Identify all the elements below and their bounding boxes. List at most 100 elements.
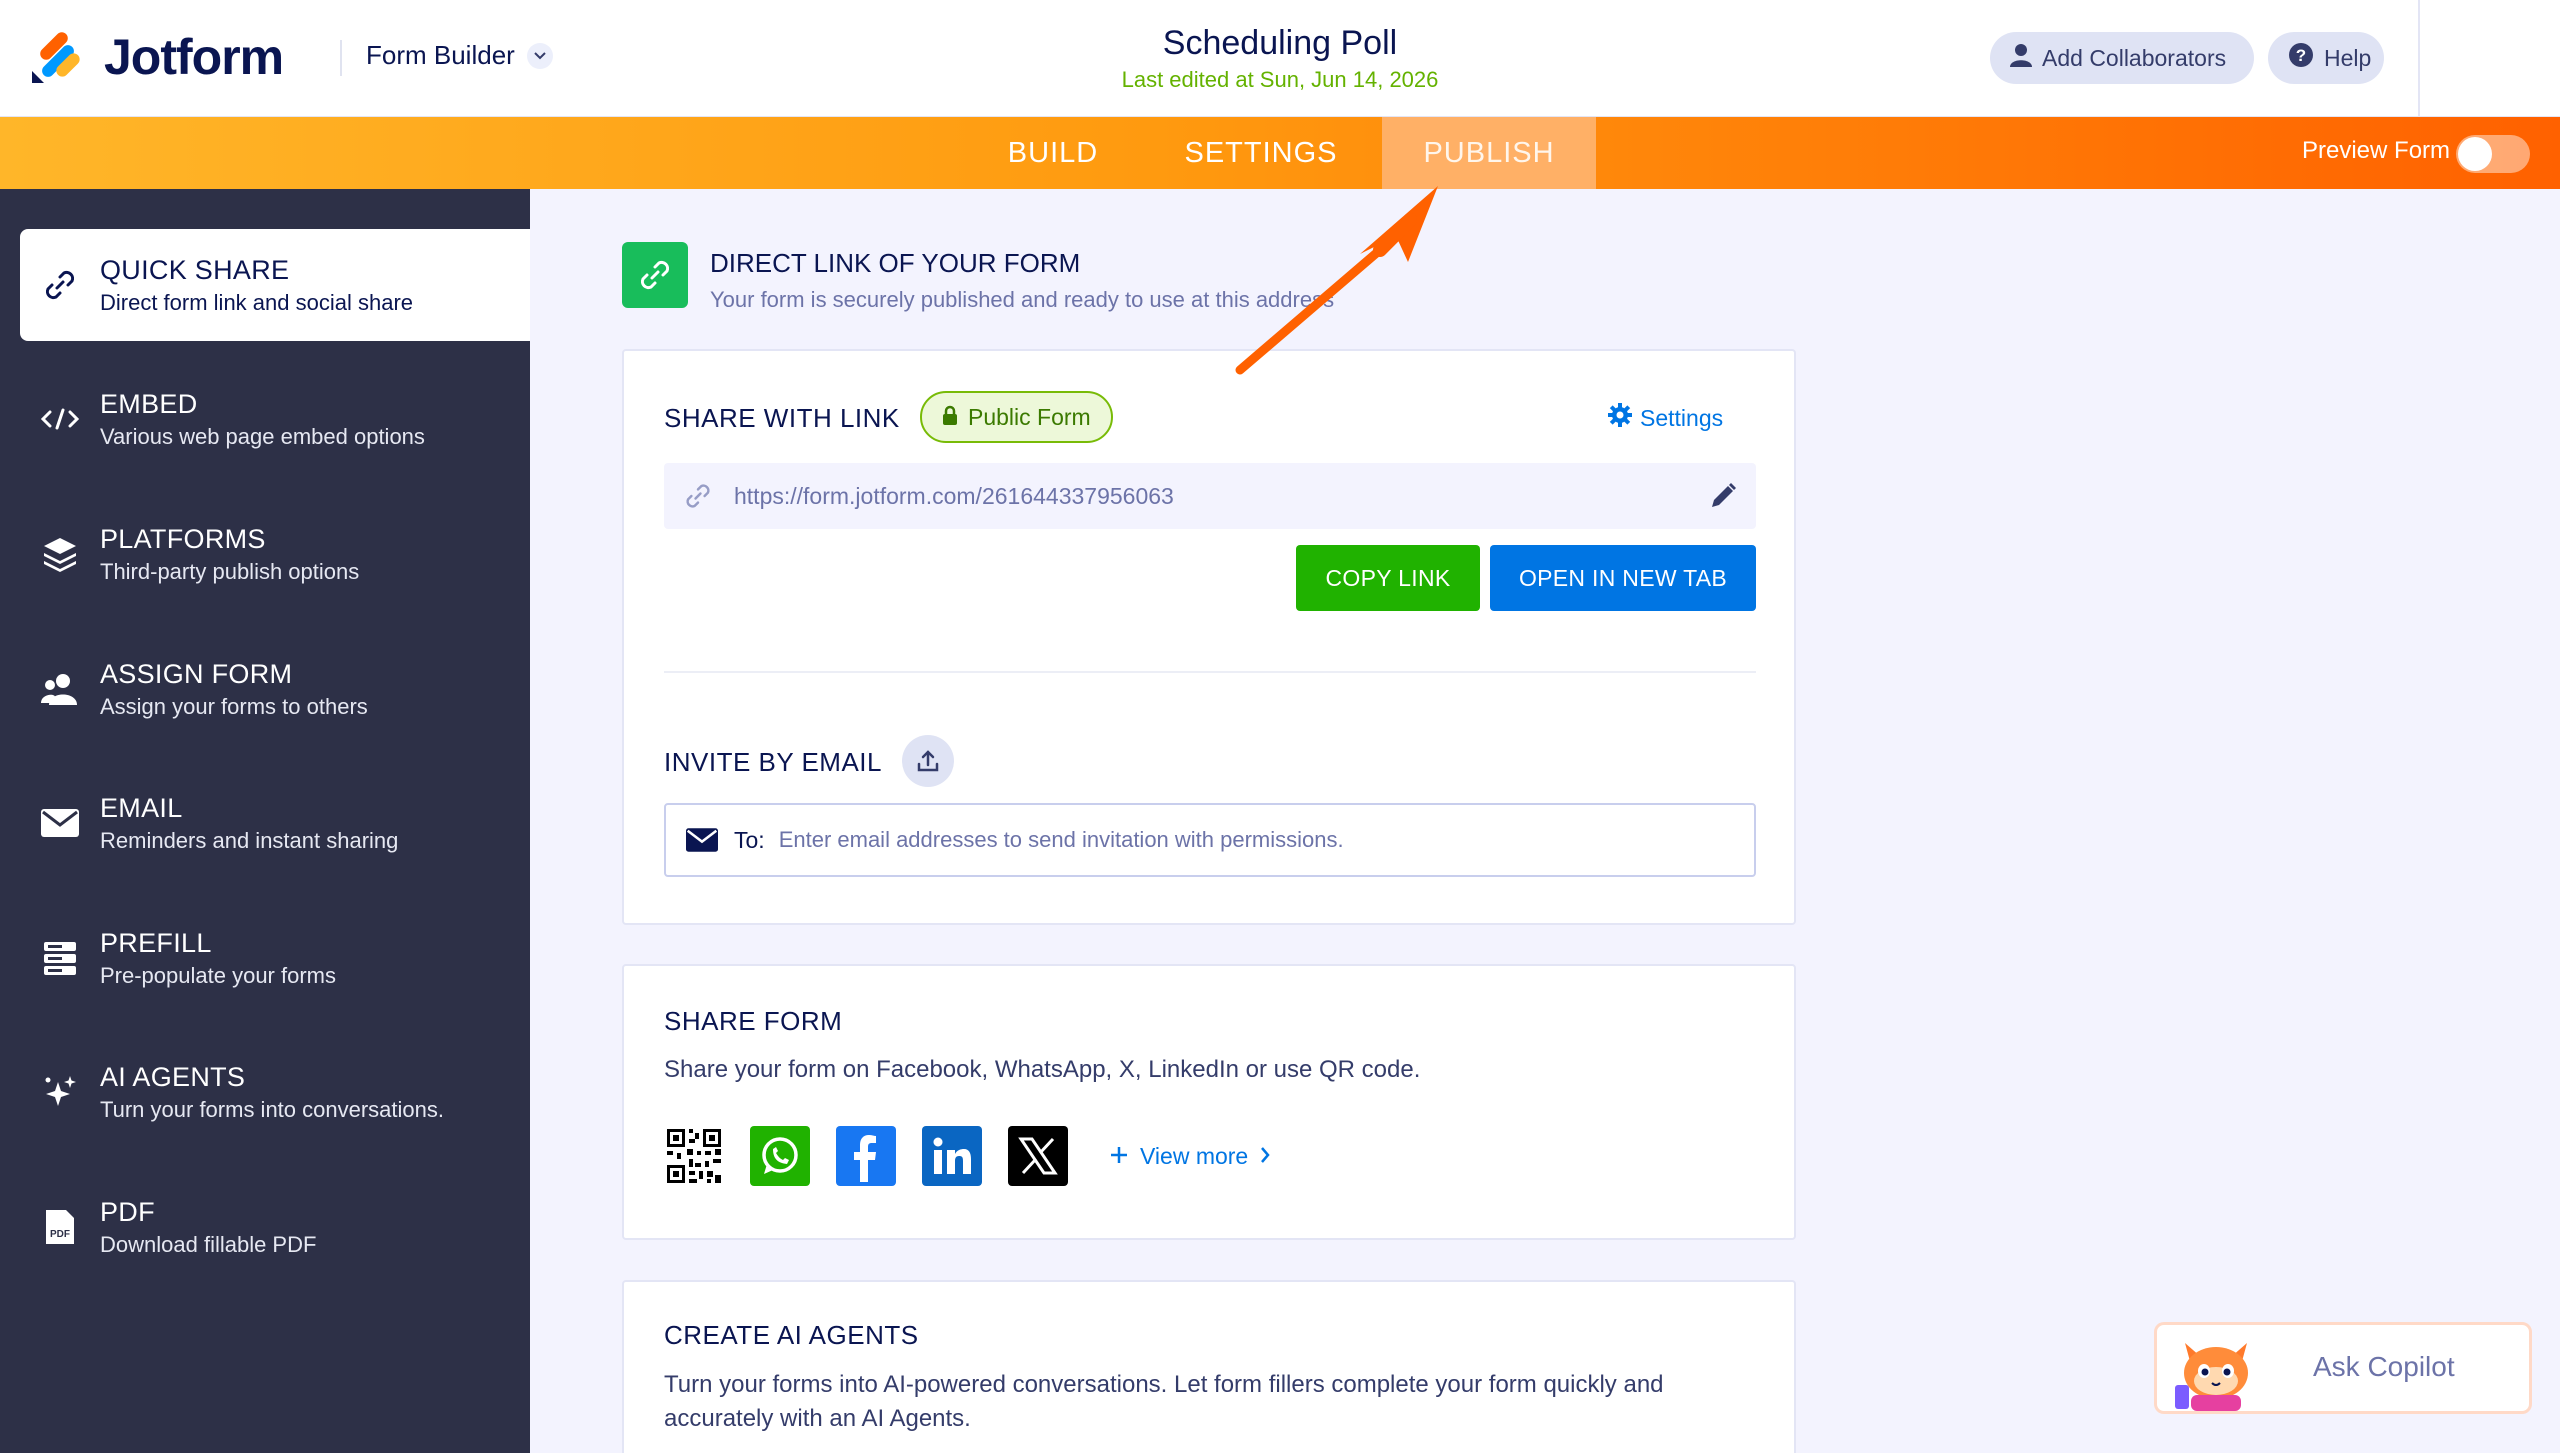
prefill-icon bbox=[20, 940, 100, 976]
publish-sidebar: QUICK SHARE Direct form link and social … bbox=[0, 189, 530, 1453]
share-form-description: Share your form on Facebook, WhatsApp, X… bbox=[664, 1056, 1421, 1083]
top-header: Jotform Form Builder Scheduling Poll Las… bbox=[0, 0, 2560, 117]
sidebar-item-quick-share[interactable]: QUICK SHARE Direct form link and social … bbox=[20, 229, 530, 341]
last-edited-text: Last edited at Sun, Jun 14, 2026 bbox=[1121, 67, 1439, 92]
sidebar-item-title: EMAIL bbox=[100, 792, 183, 823]
sidebar-item-title: ASSIGN FORM bbox=[100, 658, 293, 689]
tab-settings[interactable]: SETTINGS bbox=[1150, 117, 1372, 189]
upload-icon[interactable] bbox=[902, 735, 954, 787]
x-twitter-icon[interactable] bbox=[1008, 1126, 1068, 1186]
svg-text:?: ? bbox=[2296, 46, 2306, 65]
help-label: Help bbox=[2324, 44, 2372, 71]
facebook-icon[interactable] bbox=[836, 1126, 896, 1186]
sidebar-item-pdf[interactable]: PDF PDF Download fillable PDF bbox=[20, 1171, 530, 1283]
form-title-block: Scheduling Poll Last edited at Sun, Jun … bbox=[980, 24, 1580, 93]
sidebar-item-desc: Assign your forms to others bbox=[100, 693, 368, 719]
jotform-logo[interactable]: Jotform bbox=[30, 28, 284, 86]
form-builder-label: Form Builder bbox=[366, 40, 515, 70]
sidebar-item-platforms[interactable]: PLATFORMS Third-party publish options bbox=[20, 498, 530, 610]
email-placeholder[interactable]: Enter email addresses to send invitation… bbox=[779, 827, 1344, 853]
public-form-label: Public Form bbox=[968, 403, 1091, 430]
copy-link-button[interactable]: COPY LINK bbox=[1296, 545, 1480, 611]
section-divider bbox=[664, 671, 1756, 673]
ask-copilot-button[interactable]: Ask Copilot bbox=[2154, 1322, 2532, 1414]
sidebar-item-desc: Various web page embed options bbox=[100, 423, 425, 449]
whatsapp-icon[interactable] bbox=[750, 1126, 810, 1186]
preview-form-toggle[interactable] bbox=[2456, 135, 2530, 173]
sidebar-item-prefill[interactable]: PREFILL Pre-populate your forms bbox=[20, 902, 530, 1014]
sidebar-item-title: PREFILL bbox=[100, 927, 212, 958]
envelope-icon bbox=[686, 828, 718, 852]
sidebar-item-desc: Third-party publish options bbox=[100, 558, 360, 584]
direct-link-header: DIRECT LINK OF YOUR FORM Your form is se… bbox=[622, 242, 1334, 313]
create-ai-agents-title: CREATE AI AGENTS bbox=[664, 1320, 919, 1350]
copilot-avatar-icon bbox=[2171, 1335, 2261, 1416]
layers-icon bbox=[20, 536, 100, 572]
header-divider bbox=[340, 40, 342, 76]
plus-icon bbox=[1110, 1143, 1128, 1170]
ask-copilot-label: Ask Copilot bbox=[2313, 1351, 2455, 1382]
chevron-right-icon bbox=[1260, 1143, 1270, 1170]
share-form-card: SHARE FORM Share your form on Facebook, … bbox=[622, 964, 1796, 1240]
users-icon bbox=[20, 673, 100, 705]
sparkle-icon bbox=[20, 1074, 100, 1110]
gear-icon bbox=[1608, 403, 1632, 433]
form-builder-dropdown[interactable]: Form Builder bbox=[366, 40, 553, 71]
user-icon bbox=[2010, 43, 2032, 73]
preview-form-label: Preview Form bbox=[2302, 137, 2451, 164]
open-new-tab-button[interactable]: OPEN IN NEW TAB bbox=[1490, 545, 1756, 611]
linkedin-icon[interactable] bbox=[922, 1126, 982, 1186]
sidebar-item-ai-agents[interactable]: AI AGENTS Turn your forms into conversat… bbox=[20, 1036, 530, 1148]
email-to-label: To: bbox=[734, 826, 765, 853]
sidebar-item-desc: Reminders and instant sharing bbox=[100, 827, 399, 853]
sidebar-item-title: AI AGENTS bbox=[100, 1061, 246, 1092]
invite-email-input[interactable]: To: Enter email addresses to send invita… bbox=[664, 803, 1756, 877]
sidebar-item-email[interactable]: EMAIL Reminders and instant sharing bbox=[20, 767, 530, 879]
sidebar-item-embed[interactable]: EMBED Various web page embed options bbox=[20, 363, 530, 475]
pencil-icon[interactable] bbox=[1708, 481, 1738, 516]
chevron-down-icon bbox=[526, 42, 553, 69]
code-icon bbox=[20, 407, 100, 431]
share-with-link-title: SHARE WITH LINK bbox=[664, 403, 900, 433]
create-ai-agents-description: Turn your forms into AI-powered conversa… bbox=[664, 1371, 1664, 1432]
form-url-text[interactable]: https://form.jotform.com/261644337956063 bbox=[734, 483, 1174, 510]
annotation-arrow-icon bbox=[1235, 186, 1438, 375]
sidebar-item-assign-form[interactable]: ASSIGN FORM Assign your forms to others bbox=[20, 633, 530, 745]
toggle-knob bbox=[2458, 137, 2492, 171]
share-form-title: SHARE FORM bbox=[664, 1006, 843, 1036]
sidebar-item-desc: Direct form link and social share bbox=[100, 289, 414, 315]
sidebar-item-desc: Turn your forms into conversations. bbox=[100, 1096, 444, 1122]
link-icon bbox=[20, 268, 100, 302]
link-icon bbox=[684, 482, 712, 510]
add-collaborators-label: Add Collaborators bbox=[2042, 44, 2227, 71]
sidebar-item-title: PDF bbox=[100, 1196, 155, 1227]
form-url-field[interactable]: https://form.jotform.com/261644337956063 bbox=[664, 463, 1756, 529]
view-more-label: View more bbox=[1140, 1142, 1249, 1169]
logo-text: Jotform bbox=[104, 29, 284, 85]
help-button[interactable]: ? Help bbox=[2268, 32, 2384, 84]
link-icon bbox=[622, 242, 688, 308]
link-settings-button[interactable]: Settings bbox=[1608, 403, 1723, 433]
svg-text:PDF: PDF bbox=[50, 1229, 70, 1240]
sidebar-item-desc: Download fillable PDF bbox=[100, 1231, 317, 1257]
create-ai-agents-card: CREATE AI AGENTS Turn your forms into AI… bbox=[622, 1280, 1796, 1453]
public-form-badge[interactable]: Public Form bbox=[920, 391, 1113, 443]
add-collaborators-button[interactable]: Add Collaborators bbox=[1990, 32, 2254, 84]
sidebar-item-title: EMBED bbox=[100, 388, 198, 419]
sidebar-item-title: QUICK SHARE bbox=[100, 254, 290, 285]
tab-build[interactable]: BUILD bbox=[978, 117, 1128, 189]
question-icon: ? bbox=[2288, 42, 2314, 74]
share-link-card: SHARE WITH LINK Public Form Settings htt… bbox=[622, 349, 1796, 925]
builder-navbar: BUILD SETTINGS PUBLISH Preview Form bbox=[0, 117, 2560, 189]
header-right-divider bbox=[2418, 0, 2420, 117]
social-share-row: View more bbox=[664, 1126, 1270, 1186]
jotform-logo-icon bbox=[30, 31, 82, 83]
form-title[interactable]: Scheduling Poll bbox=[980, 24, 1580, 63]
envelope-icon bbox=[20, 809, 100, 837]
tab-publish[interactable]: PUBLISH bbox=[1382, 117, 1596, 189]
view-more-link[interactable]: View more bbox=[1110, 1143, 1270, 1170]
qr-code-icon[interactable] bbox=[664, 1126, 724, 1186]
sidebar-item-desc: Pre-populate your forms bbox=[100, 962, 336, 988]
sidebar-item-title: PLATFORMS bbox=[100, 523, 266, 554]
lock-icon bbox=[942, 404, 958, 431]
